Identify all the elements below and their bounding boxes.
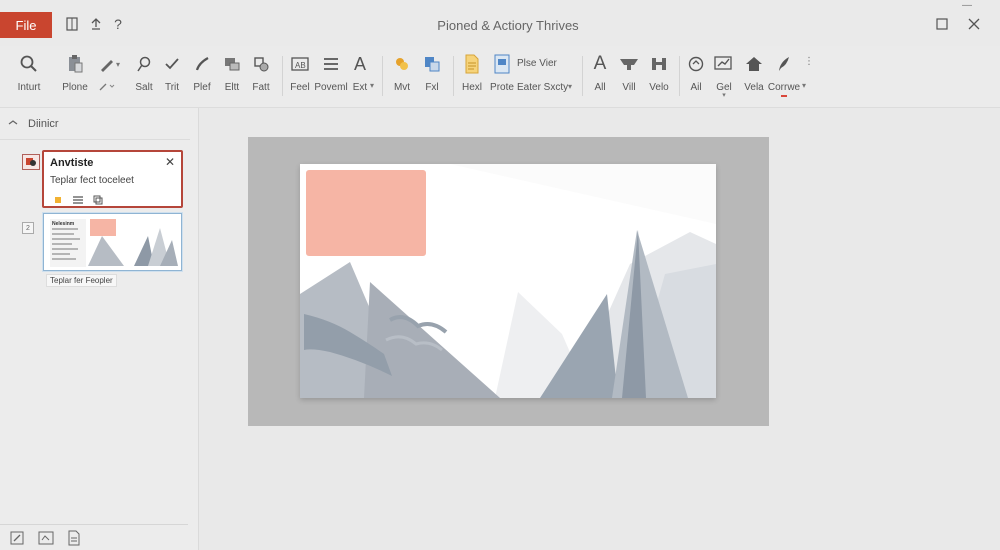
minimize-button[interactable]: — [961, 1, 973, 11]
shelf-icon [616, 52, 642, 76]
slide-popup[interactable]: Anvtiste ✕ Teplar fect toceleet [42, 150, 183, 208]
check-button[interactable]: Trit [160, 52, 184, 100]
slides-panel: Diinicr Anvtiste ✕ Teplar fect toceleet … [0, 108, 199, 550]
notes-icon[interactable] [66, 530, 82, 546]
text-a-button[interactable]: A All [588, 52, 612, 100]
list-button[interactable]: Poveml [314, 52, 348, 100]
picture-button[interactable]: Prote [489, 52, 515, 100]
lasso-icon [131, 52, 157, 76]
document-title: Pioned & Actiory Thrives [437, 18, 579, 33]
slide-number-badge[interactable] [22, 154, 40, 170]
star-icon[interactable] [53, 192, 63, 210]
image-icon [489, 52, 515, 76]
target-icon [683, 52, 709, 76]
layers-icon [219, 52, 245, 76]
shapes-icon [248, 52, 274, 76]
slide-thumbnail[interactable]: Nelesinm [43, 213, 182, 271]
check-icon [159, 52, 185, 76]
ribbon-separator [582, 56, 583, 96]
feather-icon [771, 52, 797, 76]
copy-icon [419, 52, 445, 76]
font-button[interactable]: A Ext [348, 52, 372, 100]
copy-button[interactable]: Fxl [420, 52, 444, 100]
ribbon-separator [679, 56, 680, 96]
chevron-down-icon[interactable]: ▾ [722, 92, 726, 99]
close-icon[interactable]: ✕ [165, 155, 175, 169]
easter-select-label[interactable]: Eater Sxcty [517, 82, 568, 93]
copy-icon[interactable] [93, 192, 103, 210]
ribbon-separator [282, 56, 283, 96]
font-icon: A [353, 53, 366, 74]
textbox-icon: AB [287, 52, 313, 76]
textbox-button[interactable]: AB Feel [287, 52, 313, 100]
ribbon-separator [382, 56, 383, 96]
fill-button[interactable]: Vill [616, 52, 642, 100]
close-window-button[interactable] [966, 16, 982, 32]
svg-text:AB: AB [295, 61, 306, 70]
list-icon[interactable] [72, 192, 84, 210]
list-icon [318, 52, 344, 76]
main-slide[interactable] [300, 164, 716, 398]
search-icon [16, 52, 42, 76]
chevron-down-icon[interactable]: ▾ [116, 60, 120, 69]
layers-button[interactable]: Eltt [219, 52, 245, 100]
thumbnail-caption: Teplar fer Feopler [46, 274, 117, 287]
underline-indicator [781, 95, 787, 97]
chevron-down-icon[interactable]: ▾ [568, 82, 572, 91]
palette-icon [389, 52, 415, 76]
align-button[interactable]: Ail [684, 52, 708, 100]
more-options-icon[interactable]: ⋮ [804, 56, 814, 67]
document-icon [459, 52, 485, 76]
title-bar: File ? Pioned & Actiory Thrives — [0, 0, 1000, 46]
insert-button[interactable]: Inturt [14, 52, 44, 100]
ribbon-separator [453, 56, 454, 96]
maximize-button[interactable] [934, 16, 950, 32]
header-button[interactable]: Hexl [459, 52, 485, 100]
columns-icon [646, 52, 672, 76]
ribbon-toolbar: Inturt Plone ▾ Salt Trit Plef Eltt Fatt … [0, 46, 1000, 108]
brush-icon [189, 52, 215, 76]
place-view-label[interactable]: Plse Vier [517, 58, 557, 69]
slide-illustration [300, 164, 716, 398]
paste-button[interactable]: Plone [58, 52, 92, 100]
select-button[interactable]: Salt [132, 52, 156, 100]
chevron-down-icon[interactable]: ▾ [370, 81, 374, 90]
divider [0, 524, 188, 525]
slide-number-label: 2 [22, 222, 34, 234]
slide-view-icon[interactable] [38, 530, 54, 546]
chevron-down-icon[interactable]: ▾ [802, 81, 806, 90]
thumbnail-title: Nelesinm [52, 221, 75, 227]
divider [0, 139, 190, 140]
home-icon [741, 52, 767, 76]
chart-icon [711, 52, 737, 76]
home-button[interactable]: Vela [741, 52, 767, 100]
theme-button[interactable]: Mvt [390, 52, 414, 100]
brush-button[interactable]: Plef [189, 52, 215, 100]
columns-button[interactable]: Velo [646, 52, 672, 100]
chart-button[interactable]: Gel ▾ [711, 52, 737, 100]
comment-button[interactable]: Corrwe [768, 52, 800, 100]
popup-actions [53, 192, 103, 210]
clipboard-icon [62, 52, 88, 76]
panel-header[interactable]: Diinicr [8, 118, 59, 130]
chevron-collapse-icon[interactable] [8, 118, 18, 130]
shapes-button[interactable]: Fatt [248, 52, 274, 100]
text-a-icon: A [593, 53, 607, 74]
edit-icon[interactable] [9, 530, 25, 546]
